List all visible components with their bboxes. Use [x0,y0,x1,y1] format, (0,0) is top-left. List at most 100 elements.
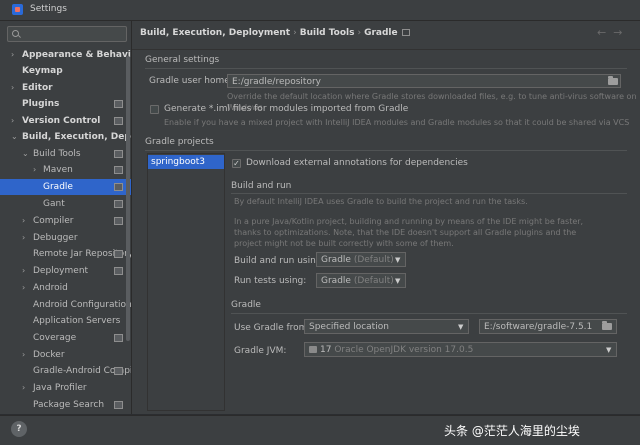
settings-content: Build, Execution, Deployment › Build Tools… [132,21,640,414]
project-settings-icon [114,267,123,275]
settings-search-input[interactable] [7,26,127,42]
sidebar-item-keymap[interactable]: Keymap [0,63,131,79]
sidebar-item-label: Version Control [22,116,101,126]
project-settings-icon [114,117,123,125]
project-settings-icon [401,29,410,36]
build-run-hint-default: By default IntelliJ IDEA uses Gradle to … [234,197,528,206]
sidebar-item-gant[interactable]: Gant [0,196,131,212]
sidebar-item-application-servers[interactable]: Application Servers [0,313,131,329]
project-settings-icon [114,150,123,158]
generate-iml-label: Generate *.iml files for modules importe… [164,104,409,114]
gradle-location-value: E:/software/gradle-7.5.1 [484,322,593,332]
build-and-run-title: Build and run [231,181,292,191]
sidebar-item-label: Coverage [33,333,77,343]
sidebar-scrollbar[interactable] [126,56,130,341]
navigation-arrows: ←→ [597,26,629,39]
sidebar-item-label: Build, Execution, Deployment [22,132,131,142]
gradle-user-home-field[interactable]: E:/gradle/repository [227,74,621,88]
folder-icon[interactable] [602,321,612,330]
project-list-item[interactable]: springboot3 [148,155,224,169]
chevron-right-icon: › [22,283,26,292]
sidebar-item-label: Keymap [22,66,63,76]
sidebar-item-label: Gant [43,199,65,209]
breadcrumb-item: Build, Execution, Deployment [140,28,291,38]
project-settings-icon [114,183,123,191]
sidebar-item-appearance[interactable]: › Appearance & Behavior [0,47,131,63]
gradle-jvm-label: Gradle JVM: [234,346,287,356]
sidebar-item-label: Build Tools [33,149,81,159]
sidebar-item-label: Docker [33,350,65,360]
sidebar-item-debugger[interactable]: › Debugger [0,230,131,246]
sidebar-item-java-profiler[interactable]: › Java Profiler [0,380,131,396]
chevron-right-icon: › [22,216,26,225]
sidebar-item-label: Java Profiler [33,383,87,393]
sidebar-item-editor[interactable]: › Editor [0,80,131,96]
breadcrumb-item: Gradle [364,28,398,38]
sidebar-item-android[interactable]: › Android [0,280,131,296]
watermark-text: 头条 @茫茫人海里的尘埃 [444,424,580,438]
gradle-location-field[interactable]: E:/software/gradle-7.5.1 [479,319,617,334]
forward-arrow-icon[interactable]: → [613,26,629,39]
sidebar-item-android-configurations[interactable]: Android Configurations [0,297,131,313]
chevron-right-icon: › [11,83,15,92]
sidebar-item-label: Appearance & Behavior [22,50,131,60]
sidebar-item-gradle-android-compiler[interactable]: Gradle-Android Compiler [0,363,131,379]
run-tests-using-select[interactable]: Gradle (Default) ▼ [316,273,406,288]
project-settings-icon [114,250,123,258]
back-arrow-icon[interactable]: ← [597,26,613,39]
sidebar-item-docker[interactable]: › Docker [0,347,131,363]
sidebar-item-label: Compiler [33,216,74,226]
project-settings-icon [114,334,123,342]
dropdown-arrow-icon: ▼ [395,277,401,285]
generate-iml-hint: Enable if you have a mixed project with … [164,118,630,127]
dropdown-arrow-icon: ▼ [606,346,612,354]
section-divider [145,150,627,151]
project-settings-icon [114,401,123,409]
sidebar-item-plugins[interactable]: Plugins [0,96,131,112]
sidebar-item-package-search[interactable]: Package Search [0,397,131,413]
app-logo-icon [12,4,23,15]
folder-icon[interactable] [608,76,618,85]
gradle-section-title: Gradle [231,300,261,310]
header-divider [132,49,640,50]
default-suffix: (Default) [353,255,394,265]
sidebar-item-label: Gradle [43,182,73,192]
dropdown-arrow-icon: ▼ [395,256,401,264]
sidebar-item-label: Android [33,283,68,293]
sidebar-item-label: Plugins [22,99,60,109]
gradle-projects-list: springboot3 [147,153,225,411]
gradle-jvm-select[interactable]: 17 Oracle OpenJDK version 17.0.5 ▼ [304,342,617,357]
chevron-right-icon: › [22,350,26,359]
sidebar-item-remote-jar[interactable]: Remote Jar Repository [0,246,131,262]
sidebar-item-label: Maven [43,165,73,175]
project-settings-icon [114,100,123,108]
general-settings-title: General settings [145,55,220,65]
use-gradle-from-label: Use Gradle from: [234,323,311,333]
run-tests-using-value: Gradle [321,276,351,286]
sidebar-item-label: Android Configurations [33,300,131,310]
generate-iml-checkbox[interactable] [150,105,159,114]
use-gradle-from-select[interactable]: Specified location ▼ [304,319,469,334]
project-settings-icon [114,217,123,225]
use-gradle-from-value: Specified location [309,322,389,332]
sidebar-item-maven[interactable]: › Maven [0,162,131,178]
gradle-user-home-label: Gradle user home: [149,76,233,86]
sidebar-item-build-execution[interactable]: ⌄ Build, Execution, Deployment [0,129,131,145]
help-button[interactable]: ? [11,421,27,437]
gradle-jvm-detail: Oracle OpenJDK version 17.0.5 [334,345,474,355]
build-and-run-using-select[interactable]: Gradle (Default) ▼ [316,252,406,267]
sidebar-item-build-tools[interactable]: ⌄ Build Tools [0,146,131,162]
jdk-folder-icon [309,346,317,353]
sidebar-item-compiler[interactable]: › Compiler [0,213,131,229]
sidebar-item-deployment[interactable]: › Deployment [0,263,131,279]
sidebar-item-label: Editor [22,83,53,93]
sidebar-item-gradle[interactable]: Gradle [0,179,131,195]
run-tests-using-label: Run tests using: [234,276,307,286]
sidebar-item-coverage[interactable]: Coverage [0,330,131,346]
download-annotations-checkbox[interactable]: ✓ [232,159,241,168]
gradle-jvm-version: 17 [320,345,332,355]
section-divider [231,193,627,194]
project-settings-icon [114,166,123,174]
sidebar-item-version-control[interactable]: › Version Control [0,113,131,129]
chevron-right-icon: › [22,233,26,242]
